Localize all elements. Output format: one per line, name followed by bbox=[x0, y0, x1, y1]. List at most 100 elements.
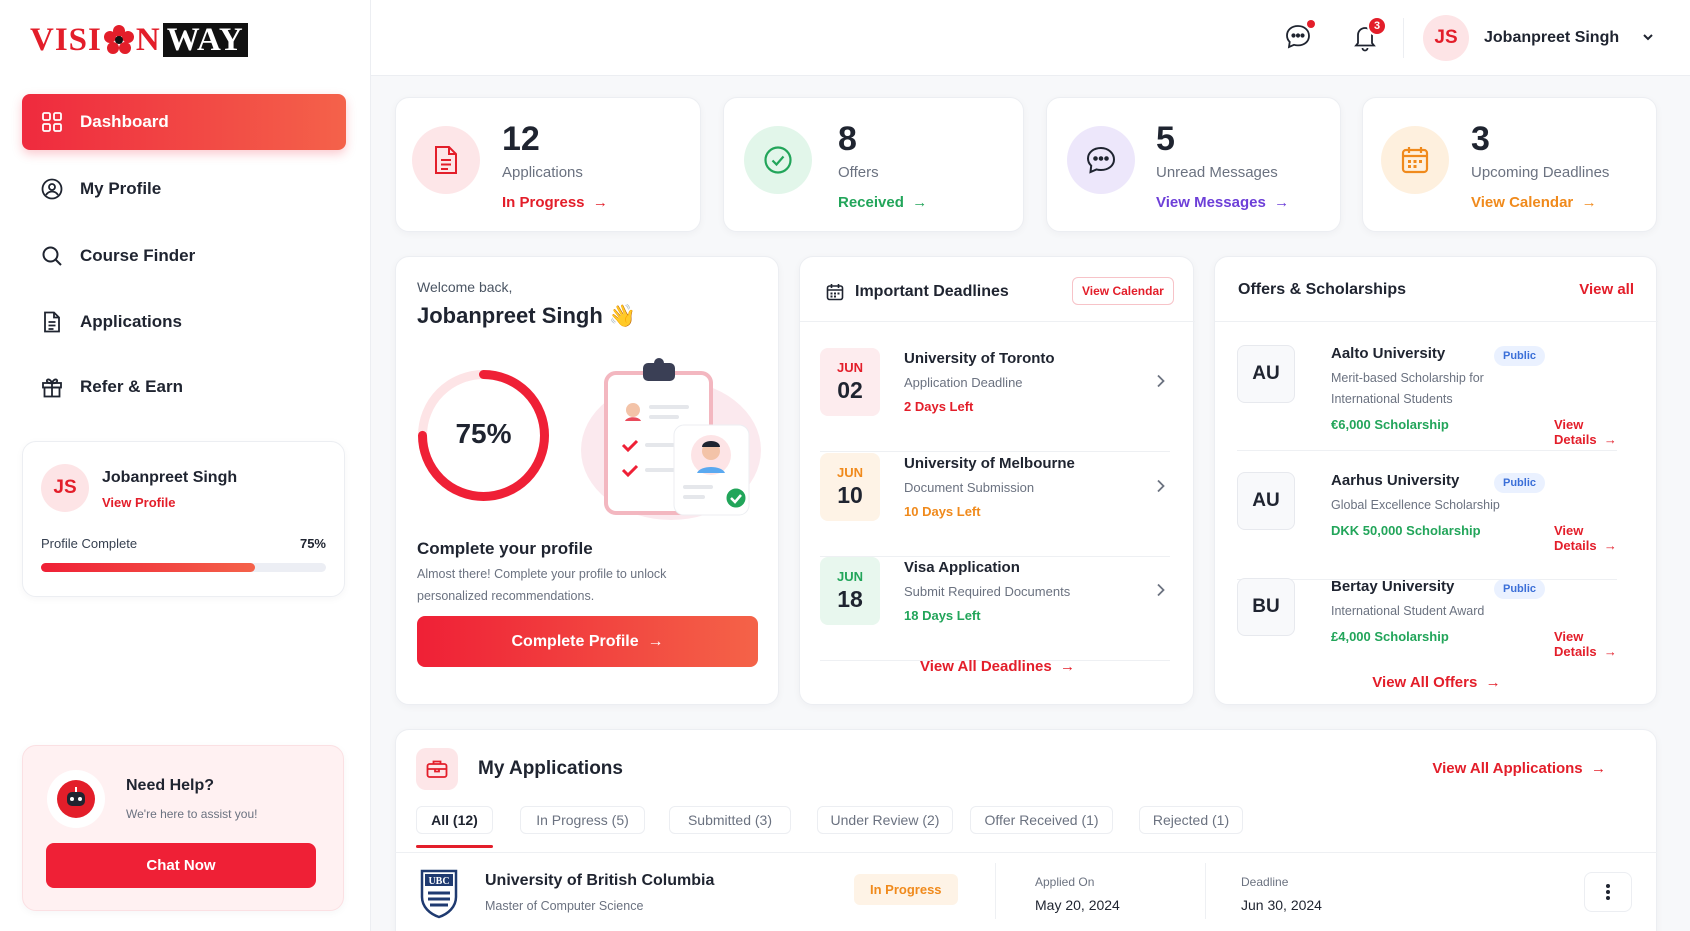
header-avatar[interactable]: JS bbox=[1423, 15, 1469, 61]
more-options-icon[interactable] bbox=[1584, 872, 1632, 912]
offer-item[interactable]: AU Aarhus University Public Global Excel… bbox=[1237, 472, 1617, 580]
deadline-item[interactable]: JUN 18 Visa Application Submit Required D… bbox=[820, 557, 1170, 661]
chat-icon[interactable] bbox=[1283, 20, 1315, 52]
sidebar-item-course-finder[interactable]: Course Finder bbox=[22, 228, 346, 284]
stat-card-deadlines[interactable]: 3 Upcoming Deadlines View Calendar → bbox=[1362, 97, 1657, 232]
date-box: JUN 18 bbox=[820, 557, 880, 625]
tab-under-review[interactable]: Under Review (2) bbox=[817, 806, 953, 834]
check-circle-icon bbox=[744, 126, 812, 194]
stat-card-offers[interactable]: 8 Offers Received → bbox=[723, 97, 1024, 232]
deadlines-title: Important Deadlines bbox=[855, 283, 1009, 300]
sidebar-item-applications[interactable]: Applications bbox=[22, 294, 346, 350]
logo-text-left: VISI bbox=[30, 21, 102, 58]
chat-dot bbox=[1307, 20, 1315, 28]
document-icon bbox=[412, 126, 480, 194]
complete-profile-button[interactable]: Complete Profile → bbox=[417, 616, 758, 667]
profile-complete-value: 75% bbox=[299, 536, 326, 551]
header-user-name[interactable]: Jobanpreet Singh bbox=[1484, 29, 1619, 47]
date-box: JUN 02 bbox=[820, 348, 880, 416]
stat-link[interactable]: In Progress → bbox=[502, 194, 608, 211]
briefcase-icon bbox=[416, 748, 458, 790]
welcome-greeting: Welcome back, bbox=[417, 279, 513, 295]
top-bar: 3 JS Jobanpreet Singh bbox=[371, 0, 1690, 76]
calendar-icon bbox=[826, 283, 844, 306]
university-crest-icon: UBC bbox=[420, 869, 458, 919]
profile-progress-fill bbox=[41, 563, 255, 572]
university-logo: AU bbox=[1237, 472, 1295, 530]
bell-icon[interactable]: 3 bbox=[1351, 16, 1387, 54]
svg-text:UBC: UBC bbox=[428, 876, 449, 887]
sidebar-item-label: Dashboard bbox=[80, 112, 169, 131]
view-details-link[interactable]: View Details → bbox=[1554, 523, 1617, 553]
sidebar-item-refer-earn[interactable]: Refer & Earn bbox=[22, 359, 346, 415]
sidebar-item-my-profile[interactable]: My Profile bbox=[22, 161, 346, 217]
offer-university: Aalto University bbox=[1331, 345, 1446, 362]
date-month: JUN bbox=[836, 465, 863, 480]
logo-text-right: N bbox=[135, 21, 161, 58]
offer-amount: £4,000 Scholarship bbox=[1331, 629, 1449, 644]
offer-item[interactable]: BU Bertay University Public Internationa… bbox=[1237, 578, 1617, 684]
sidebar-item-dashboard[interactable]: Dashboard bbox=[22, 94, 346, 150]
gift-icon bbox=[40, 375, 64, 399]
public-badge: Public bbox=[1494, 346, 1546, 366]
message-icon bbox=[1067, 126, 1135, 194]
chevron-right-icon[interactable] bbox=[1156, 374, 1166, 393]
tab-submitted[interactable]: Submitted (3) bbox=[669, 806, 791, 834]
brand-logo[interactable]: VISI N WAY bbox=[30, 22, 248, 58]
stat-link[interactable]: Received → bbox=[838, 194, 927, 211]
user-circle-icon bbox=[40, 177, 64, 201]
wave-emoji: 👋 bbox=[608, 303, 637, 328]
view-all-deadlines-link[interactable]: View All Deadlines → bbox=[800, 658, 1195, 675]
stat-link[interactable]: View Messages → bbox=[1156, 194, 1289, 211]
deadline-task: Application Deadline bbox=[904, 375, 1023, 390]
avatar: JS bbox=[41, 464, 89, 512]
stat-card-messages[interactable]: 5 Unread Messages View Messages → bbox=[1046, 97, 1341, 232]
profile-complete-label: Profile Complete bbox=[41, 536, 138, 551]
sidebar-item-label: Course Finder bbox=[80, 246, 196, 265]
offer-desc-2: International Students bbox=[1331, 392, 1453, 406]
view-profile-link[interactable]: View Profile bbox=[102, 495, 175, 510]
tab-offer-received[interactable]: Offer Received (1) bbox=[970, 806, 1113, 834]
stat-card-applications[interactable]: 12 Applications In Progress → bbox=[395, 97, 701, 232]
applications-title: My Applications bbox=[478, 758, 623, 779]
deadline-task: Document Submission bbox=[904, 480, 1035, 495]
welcome-name-text: Jobanpreet Singh bbox=[417, 303, 603, 328]
application-university: University of British Columbia bbox=[485, 872, 715, 889]
offer-item[interactable]: AU Aalto University Public Merit-based S… bbox=[1237, 345, 1617, 451]
help-card: Need Help? We're here to assist you! Cha… bbox=[22, 745, 344, 911]
view-all-offers-link[interactable]: View All Offers → bbox=[1215, 674, 1658, 691]
complete-profile-title: Complete your profile bbox=[417, 539, 593, 558]
view-all-offers-top-link[interactable]: View all bbox=[1579, 281, 1634, 298]
public-badge: Public bbox=[1494, 579, 1546, 599]
chat-now-button[interactable]: Chat Now bbox=[46, 843, 316, 888]
stat-link[interactable]: View Calendar → bbox=[1471, 194, 1597, 211]
sidebar-item-label: Refer & Earn bbox=[80, 377, 183, 396]
offers-card: Offers & Scholarships View all AU Aalto … bbox=[1214, 256, 1658, 705]
document-icon bbox=[40, 310, 64, 334]
logo-text-box: WAY bbox=[162, 23, 248, 57]
stat-label: Unread Messages bbox=[1156, 164, 1278, 181]
view-details-link[interactable]: View Details → bbox=[1554, 417, 1617, 447]
help-title: Need Help? bbox=[126, 777, 215, 794]
clipboard-illustration bbox=[581, 358, 761, 520]
deadline-item[interactable]: JUN 10 University of Melbourne Document S… bbox=[820, 453, 1170, 557]
deadline-item[interactable]: JUN 02 University of Toronto Application … bbox=[820, 348, 1170, 452]
application-program: Master of Computer Science bbox=[485, 899, 644, 913]
view-all-applications-link[interactable]: View All Applications → bbox=[1432, 760, 1606, 777]
offer-amount: €6,000 Scholarship bbox=[1331, 417, 1449, 432]
tab-in-progress[interactable]: In Progress (5) bbox=[520, 806, 645, 834]
university-logo: AU bbox=[1237, 345, 1295, 403]
view-details-link[interactable]: View Details → bbox=[1554, 629, 1617, 659]
tab-all[interactable]: All (12) bbox=[416, 806, 493, 834]
application-row[interactable]: UBC University of British Columbia Maste… bbox=[395, 853, 1657, 931]
tab-rejected[interactable]: Rejected (1) bbox=[1139, 806, 1243, 834]
chevron-right-icon[interactable] bbox=[1156, 583, 1166, 602]
offer-university: Aarhus University bbox=[1331, 472, 1460, 489]
chevron-right-icon[interactable] bbox=[1156, 479, 1166, 498]
view-calendar-button[interactable]: View Calendar bbox=[1072, 277, 1174, 305]
deadline-title: Visa Application bbox=[904, 559, 1020, 576]
chevron-down-icon[interactable] bbox=[1641, 30, 1655, 49]
date-day: 18 bbox=[837, 586, 863, 612]
search-icon bbox=[40, 244, 64, 268]
offers-title: Offers & Scholarships bbox=[1238, 281, 1407, 298]
